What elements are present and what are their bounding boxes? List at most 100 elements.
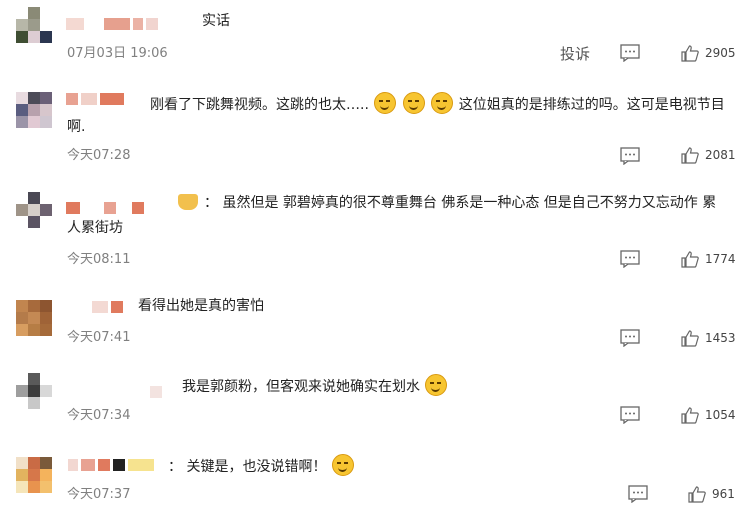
username-block bbox=[113, 459, 125, 471]
like-count: 1774 bbox=[705, 252, 736, 266]
comment-time: 今天07:37 bbox=[67, 487, 131, 502]
thumbs-up-icon bbox=[688, 486, 706, 503]
report-button[interactable]: 投诉 bbox=[560, 43, 590, 64]
comment-text-line2: 人累街坊 bbox=[67, 220, 123, 236]
avatar-pixel bbox=[40, 19, 52, 31]
like-button[interactable]: 2905 bbox=[681, 44, 736, 62]
username-block bbox=[100, 93, 124, 105]
thumbs-up-icon bbox=[681, 330, 699, 347]
username-block bbox=[83, 202, 101, 214]
username-block bbox=[81, 93, 97, 105]
like-count: 961 bbox=[712, 487, 735, 501]
like-button[interactable]: 1054 bbox=[681, 406, 736, 424]
avatar-pixel bbox=[16, 104, 28, 116]
avatar-pixel bbox=[16, 204, 28, 216]
laughing-emoji-icon bbox=[425, 374, 448, 396]
crown-icon bbox=[178, 194, 198, 210]
avatar-pixel bbox=[28, 7, 40, 19]
avatar-pixel bbox=[28, 92, 40, 104]
username-block bbox=[128, 459, 154, 471]
avatar[interactable] bbox=[16, 92, 52, 128]
avatar-pixel bbox=[40, 204, 52, 216]
avatar[interactable] bbox=[16, 300, 52, 336]
avatar-pixel bbox=[28, 385, 40, 397]
username[interactable] bbox=[66, 201, 144, 215]
grimace-emoji-icon bbox=[402, 92, 425, 114]
username-block bbox=[133, 18, 143, 30]
comment-item: 刚看了下跳舞视频。这跳的也太….. 这位姐真的是排练过的吗。这可是电视节目 啊.… bbox=[0, 80, 750, 180]
avatar-pixel bbox=[28, 312, 40, 324]
username[interactable] bbox=[68, 458, 154, 472]
avatar-pixel bbox=[16, 116, 28, 128]
avatar-pixel bbox=[28, 192, 40, 204]
like-button[interactable]: 1774 bbox=[681, 250, 736, 268]
like-count: 1054 bbox=[705, 408, 736, 422]
like-button[interactable]: 961 bbox=[688, 485, 735, 503]
avatar-pixel bbox=[28, 469, 40, 481]
message-icon[interactable] bbox=[620, 406, 640, 424]
username-block bbox=[150, 386, 162, 398]
thumbs-up-icon bbox=[681, 407, 699, 424]
avatar-pixel bbox=[28, 397, 40, 409]
comment-time: 今天07:28 bbox=[67, 148, 131, 163]
avatar-pixel bbox=[28, 457, 40, 469]
comment-text-part: 这位姐真的是排练过的吗。这可是电视节目 bbox=[458, 97, 725, 113]
username-block bbox=[68, 459, 78, 471]
avatar-pixel bbox=[16, 469, 28, 481]
comment-time: 07月03日 19:06 bbox=[67, 46, 168, 61]
comment-text: 实话 bbox=[202, 13, 230, 29]
avatar-pixel bbox=[16, 216, 28, 228]
avatar-pixel bbox=[40, 104, 52, 116]
avatar-pixel bbox=[28, 31, 40, 43]
avatar-pixel bbox=[16, 31, 28, 43]
avatar-pixel bbox=[16, 397, 28, 409]
avatar-pixel bbox=[40, 192, 52, 204]
username-block bbox=[66, 202, 80, 214]
avatar[interactable] bbox=[16, 457, 52, 493]
avatar-pixel bbox=[16, 373, 28, 385]
comment-text: 看得出她是真的害怕 bbox=[138, 298, 264, 314]
avatar-pixel bbox=[16, 457, 28, 469]
comment-text-part: ： 关键是，也没说错啊！ bbox=[168, 459, 327, 475]
avatar-pixel bbox=[40, 7, 52, 19]
username-block bbox=[119, 202, 129, 214]
avatar-pixel bbox=[16, 481, 28, 493]
username-block bbox=[104, 202, 116, 214]
username[interactable] bbox=[92, 300, 123, 314]
thumbs-up-icon bbox=[681, 45, 699, 62]
comment-item: ： 关键是，也没说错啊！ 今天07:37 961 bbox=[0, 445, 750, 513]
message-icon[interactable] bbox=[628, 485, 648, 503]
message-icon[interactable] bbox=[620, 44, 640, 62]
avatar-pixel bbox=[40, 116, 52, 128]
avatar[interactable] bbox=[16, 192, 52, 228]
comment-text: ： 虽然但是 郭碧婷真的很不尊重舞台 佛系是一种心态 但是自己不努力又忘动作 累 bbox=[178, 193, 716, 214]
avatar-pixel bbox=[16, 385, 28, 397]
username[interactable] bbox=[150, 385, 162, 399]
message-icon[interactable] bbox=[620, 250, 640, 268]
username-block bbox=[92, 301, 108, 313]
avatar-pixel bbox=[28, 19, 40, 31]
username[interactable] bbox=[66, 92, 124, 106]
username-block bbox=[87, 18, 101, 30]
avatar-pixel bbox=[40, 31, 52, 43]
avatar-pixel bbox=[16, 312, 28, 324]
message-icon[interactable] bbox=[620, 329, 640, 347]
avatar-pixel bbox=[28, 204, 40, 216]
avatar[interactable] bbox=[16, 7, 52, 43]
username[interactable] bbox=[66, 17, 158, 31]
like-button[interactable]: 2081 bbox=[681, 146, 736, 164]
comment-item: 实话 07月03日 19:06 投诉 2905 bbox=[0, 0, 750, 80]
avatar-pixel bbox=[16, 19, 28, 31]
avatar-pixel bbox=[40, 397, 52, 409]
avatar-pixel bbox=[40, 92, 52, 104]
comment-item: ： 虽然但是 郭碧婷真的很不尊重舞台 佛系是一种心态 但是自己不努力又忘动作 累… bbox=[0, 180, 750, 280]
like-button[interactable]: 1453 bbox=[681, 329, 736, 347]
avatar-pixel bbox=[28, 216, 40, 228]
comment-text-part: 我是郭颜粉，但客观来说她确实在划水 bbox=[182, 379, 420, 395]
username-block bbox=[81, 459, 95, 471]
avatar-pixel bbox=[28, 481, 40, 493]
message-icon[interactable] bbox=[620, 147, 640, 165]
avatar-pixel bbox=[40, 481, 52, 493]
avatar-pixel bbox=[16, 192, 28, 204]
avatar[interactable] bbox=[16, 373, 52, 409]
